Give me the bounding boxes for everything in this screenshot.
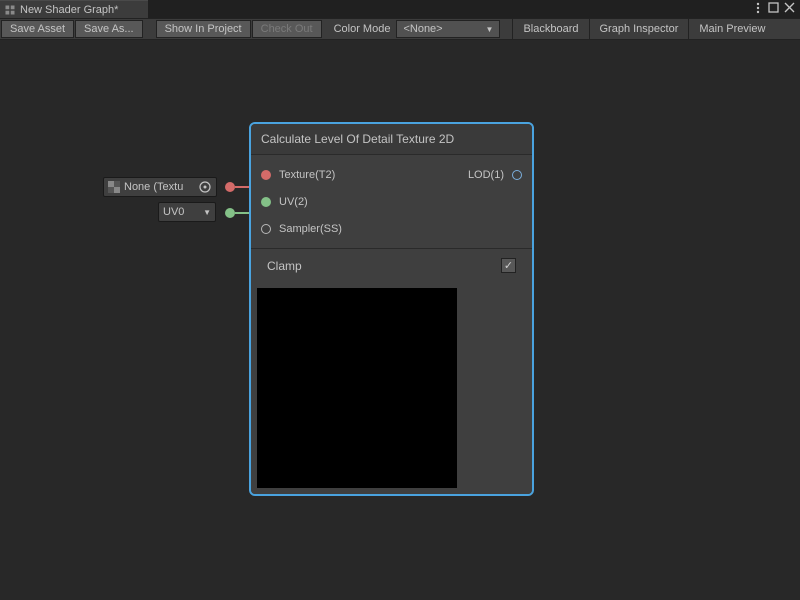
color-mode-dropdown[interactable]: <None> ▼ (396, 20, 500, 38)
chevron-down-icon: ▼ (203, 208, 211, 217)
output-label: LOD(1) (468, 169, 504, 181)
texture-input-slot[interactable]: None (Textu (103, 177, 217, 197)
input-port-sampler[interactable] (261, 224, 271, 234)
color-mode-label: Color Mode (322, 19, 397, 39)
texture-slot-label: None (Textu (124, 181, 194, 193)
node-preview-container (251, 282, 532, 494)
input-label: Texture(T2) (279, 169, 335, 181)
blackboard-tab[interactable]: Blackboard (512, 19, 588, 39)
graph-inspector-tab[interactable]: Graph Inspector (589, 19, 689, 39)
input-port-texture[interactable] (261, 170, 271, 180)
edge-out-port-texture[interactable] (225, 182, 235, 192)
main-preview-tab[interactable]: Main Preview (688, 19, 775, 39)
node-preview[interactable] (257, 288, 457, 488)
chevron-down-icon: ▼ (486, 25, 494, 34)
save-asset-button[interactable]: Save Asset (1, 20, 74, 38)
output-port-lod[interactable] (512, 170, 522, 180)
output-row-lod: LOD(1) (408, 161, 532, 188)
input-row-uv: UV(2) (251, 188, 408, 215)
texture-icon (108, 181, 120, 193)
show-in-project-button[interactable]: Show In Project (156, 20, 251, 38)
input-row-sampler: Sampler(SS) (251, 215, 408, 242)
node-body: Texture(T2) UV(2) Sampler(SS) LOD(1) (251, 155, 532, 248)
clamp-checkbox[interactable]: ✓ (501, 258, 516, 273)
close-icon[interactable] (783, 1, 796, 14)
clamp-label: Clamp (267, 259, 302, 273)
node-title[interactable]: Calculate Level Of Detail Texture 2D (251, 124, 532, 155)
kebab-menu-icon[interactable] (751, 1, 764, 14)
maximize-icon[interactable] (767, 1, 780, 14)
window-tab[interactable]: New Shader Graph* (0, 0, 148, 18)
input-port-uv[interactable] (261, 197, 271, 207)
shader-graph-icon (4, 4, 16, 16)
clamp-setting-row: Clamp ✓ (251, 248, 532, 282)
check-out-button: Check Out (252, 20, 322, 38)
graph-canvas[interactable]: None (Textu UV0 ▼ Calculate Level Of Det… (0, 40, 800, 600)
input-label: UV(2) (279, 196, 308, 208)
window-title: New Shader Graph* (20, 4, 144, 16)
node-calculate-lod-texture2d[interactable]: Calculate Level Of Detail Texture 2D Tex… (249, 122, 534, 496)
color-mode-value: <None> (403, 23, 442, 35)
node-inputs: Texture(T2) UV(2) Sampler(SS) (251, 155, 408, 248)
edge-out-port-uv[interactable] (225, 208, 235, 218)
toolbar: Save Asset Save As... Show In Project Ch… (0, 18, 800, 40)
input-row-texture: Texture(T2) (251, 161, 408, 188)
save-as-button[interactable]: Save As... (75, 20, 143, 38)
object-picker-icon[interactable] (198, 180, 212, 194)
uv-input-dropdown[interactable]: UV0 ▼ (158, 202, 216, 222)
input-label: Sampler(SS) (279, 223, 342, 235)
uv-dropdown-label: UV0 (163, 206, 184, 218)
node-outputs: LOD(1) (408, 155, 532, 248)
